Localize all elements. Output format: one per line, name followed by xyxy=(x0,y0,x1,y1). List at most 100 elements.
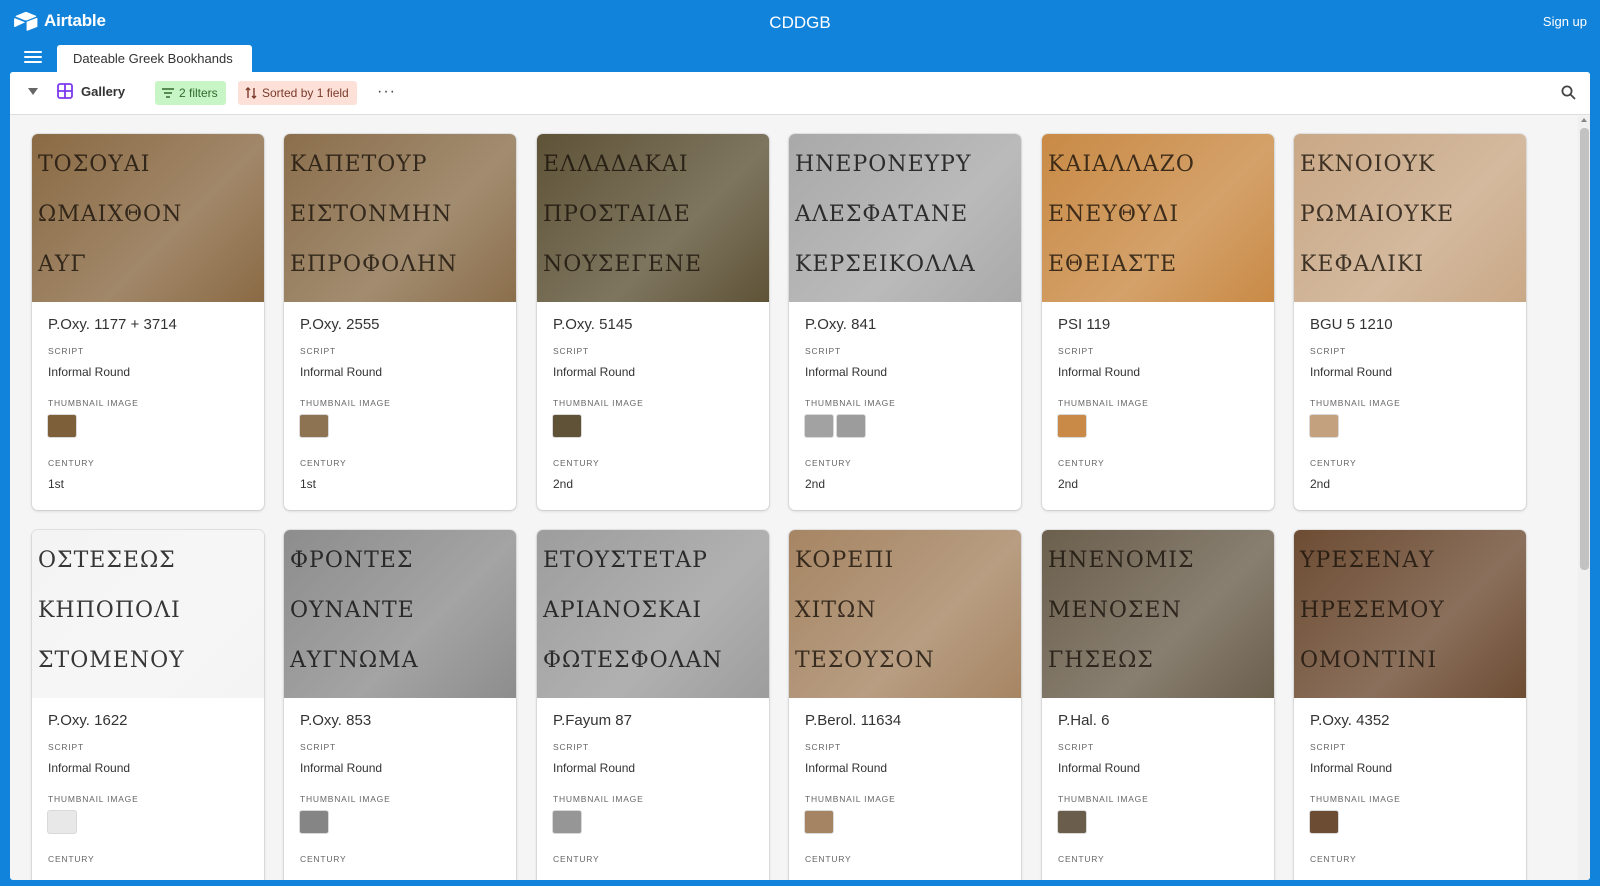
thumbnail-image[interactable] xyxy=(1310,415,1338,437)
thumbnail-image[interactable] xyxy=(837,415,865,437)
gallery-icon xyxy=(57,83,73,99)
papyrus-writing: ΕΙΣΤΟΝΜΗΝ xyxy=(290,202,453,227)
thumbnail-image[interactable] xyxy=(300,415,328,437)
search-icon[interactable] xyxy=(1561,85,1576,100)
script-value: Informal Round xyxy=(1310,365,1393,379)
papyrus-writing: ΕΚΝΟΙΟΥΚ xyxy=(1300,152,1436,177)
century-value: 2nd xyxy=(1310,477,1331,491)
thumbnail-image[interactable] xyxy=(1310,811,1338,833)
view-switcher[interactable]: Gallery xyxy=(57,83,125,99)
gallery-card[interactable]: ΚΑΙΑΛΛΑΖΟ ΕΝΕΥΘΥΔΙ ΕΘΕΙΑΣΤΕ PSI 119 SCRIPT In… xyxy=(1042,134,1274,510)
thumbnail-list xyxy=(1058,415,1086,437)
thumbnail-image[interactable] xyxy=(300,811,328,833)
thumbnail-list xyxy=(805,811,833,833)
gallery-card[interactable]: ΗΝΕΡΟΝΕΥΡΥ ΑΛΕΣΦΑΤΑΝΕ ΚΕΡΣΕΙΚΟΛΛΑ P.Oxy. 84… xyxy=(789,134,1021,510)
cover-image: ΗΝΕΡΟΝΕΥΡΥ ΑΛΕΣΦΑΤΑΝΕ ΚΕΡΣΕΙΚΟΛΛΑ xyxy=(789,134,1021,302)
thumbnail-label: THUMBNAIL IMAGE xyxy=(300,794,391,804)
thumbnail-image[interactable] xyxy=(805,415,833,437)
papyrus-writing: ΕΤΟΥΣΤΕΤΑΡ xyxy=(543,548,708,573)
thumbnail-image[interactable] xyxy=(48,415,76,437)
gallery-card[interactable]: ΦΡΟΝΤΕΣ ΟΥΝΑΝΤΕ ΑΥΓΝΩΜΑ P.Oxy. 853 SCRIPT Inf… xyxy=(284,530,516,880)
thumbnail-image[interactable] xyxy=(553,415,581,437)
scroll-up-icon[interactable] xyxy=(1581,118,1587,122)
century-label: CENTURY xyxy=(805,854,852,864)
thumbnail-list xyxy=(805,415,865,437)
thumbnail-image[interactable] xyxy=(48,811,76,833)
papyrus-writing: ΝΟΥΣΕΓΕΝΕ xyxy=(543,252,703,277)
century-label: CENTURY xyxy=(48,854,95,864)
thumbnail-label: THUMBNAIL IMAGE xyxy=(805,398,896,408)
gallery-card[interactable]: ΤΟΣΟΥΑΙ ΩΜΑΙΧΘΟΝ ΑΥΓ P.Oxy. 1177 + 3714 SCRI… xyxy=(32,134,264,510)
papyrus-writing: ΑΥΓΝΩΜΑ xyxy=(290,648,419,673)
caret-down-icon[interactable] xyxy=(28,88,38,95)
gallery-card[interactable]: ΥΡΕΣΕΝΑΥ ΗΡΕΣΕΜΟΥ ΟΜΟΝΤΙΝΙ P.Oxy. 4352 SCRIP… xyxy=(1294,530,1526,880)
thumbnail-image[interactable] xyxy=(1058,811,1086,833)
century-value: 1st xyxy=(300,477,317,491)
gallery-card[interactable]: ΕΛΛΑΔΑΚΑΙ ΠΡΟΣΤΑΙΔΕ ΝΟΥΣΕΓΕΝΕ P.Oxy. 5145 SC… xyxy=(537,134,769,510)
papyrus-writing: ΦΩΤΕΣΦΟΛΑΝ xyxy=(543,648,723,673)
script-label: SCRIPT xyxy=(1058,742,1094,752)
thumbnail-list xyxy=(300,415,328,437)
papyrus-writing: ΕΝΕΥΘΥΔΙ xyxy=(1048,202,1180,227)
cover-image: ΚΑΙΑΛΛΑΖΟ ΕΝΕΥΘΥΔΙ ΕΘΕΙΑΣΤΕ xyxy=(1042,134,1274,302)
thumbnail-label: THUMBNAIL IMAGE xyxy=(48,398,139,408)
card-title: P.Fayum 87 xyxy=(553,712,632,729)
thumbnail-list xyxy=(553,811,581,833)
papyrus-writing: ΑΛΕΣΦΑΤΑΝΕ xyxy=(795,202,969,227)
view-name: Gallery xyxy=(81,83,126,99)
scrollbar-thumb[interactable] xyxy=(1580,128,1589,570)
script-label: SCRIPT xyxy=(553,346,589,356)
thumbnail-label: THUMBNAIL IMAGE xyxy=(1058,398,1149,408)
century-value: 2nd xyxy=(553,477,574,491)
cover-image: ΕΤΟΥΣΤΕΤΑΡ ΑΡΙΑΝΟΣΚΑΙ ΦΩΤΕΣΦΟΛΑΝ xyxy=(537,530,769,698)
papyrus-writing: ΚΑΙΑΛΛΑΖΟ xyxy=(1048,152,1195,177)
card-title: P.Oxy. 2555 xyxy=(300,316,380,333)
gallery-card[interactable]: ΚΟΡΕΠΙ ΧΙΤΩΝ ΤΕΣΟΥΣΟΝ P.Berol. 11634 SCRIPT I… xyxy=(789,530,1021,880)
cover-image: ΚΑΠΕΤΟΥΡ ΕΙΣΤΟΝΜΗΝ ΕΠΡΟΦΟΛΗΝ xyxy=(284,134,516,302)
thumbnail-image[interactable] xyxy=(553,811,581,833)
papyrus-writing: ΟΣΤΕΣΕΩΣ xyxy=(38,548,176,573)
filter-button[interactable]: 2 filters xyxy=(155,81,226,105)
papyrus-writing: ΗΝΕΡΟΝΕΥΡΥ xyxy=(795,152,972,177)
thumbnail-label: THUMBNAIL IMAGE xyxy=(553,794,644,804)
century-label: CENTURY xyxy=(553,458,600,468)
thumbnail-image[interactable] xyxy=(1058,415,1086,437)
gallery-card[interactable]: ΕΚΝΟΙΟΥΚ ΡΩΜΑΙΟΥΚΕ ΚΕΦΑΛΙΚΙ BGU 5 1210 SCRIP… xyxy=(1294,134,1526,510)
sort-button[interactable]: Sorted by 1 field xyxy=(238,81,357,105)
sign-up-link[interactable]: Sign up xyxy=(1543,14,1587,29)
papyrus-writing: ΣΤΟΜΕΝΟΥ xyxy=(38,648,185,673)
papyrus-writing: ΗΝΕΝΟΜΙΣ xyxy=(1048,548,1195,573)
card-title: P.Berol. 11634 xyxy=(805,712,902,729)
thumbnail-image[interactable] xyxy=(805,811,833,833)
thumbnail-list xyxy=(553,415,581,437)
thumbnail-list xyxy=(1310,811,1338,833)
thumbnail-label: THUMBNAIL IMAGE xyxy=(553,398,644,408)
card-title: P.Hal. 6 xyxy=(1058,712,1110,729)
card-title: P.Oxy. 5145 xyxy=(553,316,633,333)
thumbnail-label: THUMBNAIL IMAGE xyxy=(805,794,896,804)
gallery-card[interactable]: ΕΤΟΥΣΤΕΤΑΡ ΑΡΙΑΝΟΣΚΑΙ ΦΩΤΕΣΦΟΛΑΝ P.Fayum 87… xyxy=(537,530,769,880)
script-value: Informal Round xyxy=(1310,761,1393,775)
gallery-card[interactable]: ΗΝΕΝΟΜΙΣ ΜΕΝΟΣΕΝ ΓΗΣΕΩΣ P.Hal. 6 SCRIPT Infor… xyxy=(1042,530,1274,880)
papyrus-writing: ΠΡΟΣΤΑΙΔΕ xyxy=(543,202,691,227)
papyrus-writing: ΤΕΣΟΥΣΟΝ xyxy=(795,648,935,673)
papyrus-writing: ΑΡΙΑΝΟΣΚΑΙ xyxy=(543,598,703,623)
script-label: SCRIPT xyxy=(48,346,84,356)
gallery-card[interactable]: ΟΣΤΕΣΕΩΣ ΚΗΠΟΠΟΛΙ ΣΤΟΜΕΝΟΥ P.Oxy. 1622 SCRIP… xyxy=(32,530,264,880)
tab-dateable-greek-bookhands[interactable]: Dateable Greek Bookhands xyxy=(57,45,252,73)
papyrus-writing: ΚΗΠΟΠΟΛΙ xyxy=(38,598,181,623)
vertical-scrollbar[interactable] xyxy=(1578,116,1590,880)
script-value: Informal Round xyxy=(805,761,888,775)
script-value: Informal Round xyxy=(1058,365,1141,379)
script-value: Informal Round xyxy=(300,761,383,775)
script-label: SCRIPT xyxy=(1310,742,1346,752)
thumbnail-label: THUMBNAIL IMAGE xyxy=(300,398,391,408)
thumbnail-label: THUMBNAIL IMAGE xyxy=(1310,398,1401,408)
script-label: SCRIPT xyxy=(805,346,841,356)
menu-icon[interactable] xyxy=(24,51,42,65)
card-title: P.Oxy. 1177 + 3714 xyxy=(48,316,177,333)
papyrus-writing: ΦΡΟΝΤΕΣ xyxy=(290,548,414,573)
thumbnail-label: THUMBNAIL IMAGE xyxy=(1310,794,1401,804)
gallery-card[interactable]: ΚΑΠΕΤΟΥΡ ΕΙΣΤΟΝΜΗΝ ΕΠΡΟΦΟΛΗΝ P.Oxy. 2555 SCR… xyxy=(284,134,516,510)
more-options-icon[interactable]: ··· xyxy=(377,83,396,101)
